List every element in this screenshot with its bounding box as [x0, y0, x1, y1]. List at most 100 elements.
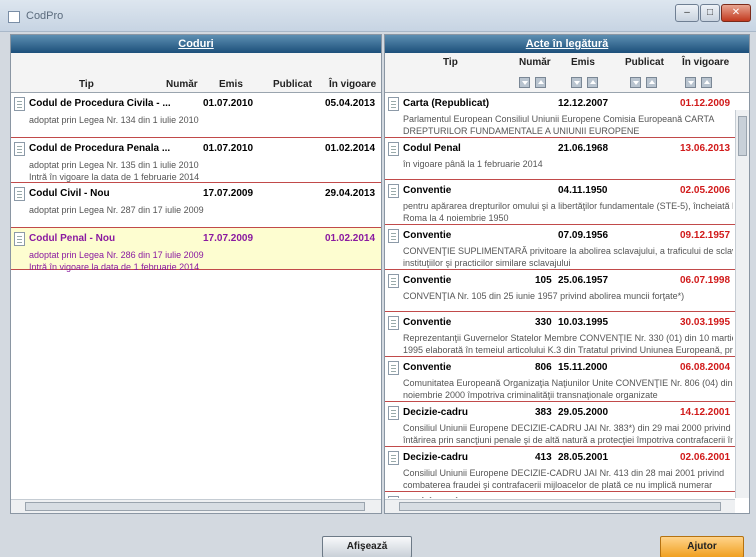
row-name: Conventie [403, 230, 452, 241]
row-emis: 04.11.1950 [558, 185, 608, 196]
col-vigoare[interactable]: În vigoare [329, 79, 376, 90]
row-emis: 21.06.1968 [558, 143, 609, 154]
document-icon [388, 451, 399, 465]
row-emis: 15.11.2000 [558, 362, 608, 373]
row-name: Codul Penal [403, 143, 461, 154]
row-emis: 10.03.1995 [558, 317, 609, 328]
app-icon [8, 11, 20, 23]
acte-row[interactable]: Conventie 04.11.1950 02.05.2006 pentru apăr… [385, 180, 735, 225]
sort-numar-desc-button[interactable] [519, 77, 530, 88]
coduri-column-header: Tip Număr Emis Publicat În vigoare [11, 53, 381, 93]
document-icon [388, 361, 399, 375]
col-emis[interactable]: Emis [571, 57, 595, 68]
row-desc: adoptat prin Legea Nr. 286 din 17 iulie … [29, 250, 204, 260]
row-vigoare: 01.02.2014 [325, 143, 376, 154]
row-vigoare: 06.07.1998 [680, 275, 731, 286]
row-desc: Consiliul Uniunii Europene DECIZIE-CADRU… [403, 468, 725, 478]
sort-emis-asc-button[interactable] [587, 77, 598, 88]
col-emis[interactable]: Emis [219, 79, 243, 90]
sort-numar-asc-button[interactable] [535, 77, 546, 88]
row-numar: 413 [535, 452, 552, 463]
row-vigoare: 01.02.2014 [325, 233, 376, 244]
row-desc: Intră în vigoare la data de 1 februarie … [29, 262, 200, 272]
sort-publicat-desc-button[interactable] [630, 77, 641, 88]
col-tip[interactable]: Tip [443, 57, 458, 68]
row-emis: 01.07.2010 [203, 98, 254, 109]
row-vigoare: 05.04.2013 [325, 98, 376, 109]
row-emis: 12.12.2007 [558, 98, 609, 109]
row-vigoare: 30.03.1995 [680, 317, 731, 328]
sort-vigoare-asc-button[interactable] [701, 77, 712, 88]
acte-row[interactable]: Carta (Republicat) 12.12.2007 01.12.2009 Pa… [385, 93, 735, 138]
row-emis: 01.07.2010 [203, 143, 254, 154]
row-desc: Comunitatea Europeană Organizaţia Naţiun… [403, 378, 733, 388]
document-icon [388, 316, 399, 330]
acte-row[interactable]: Decizie-cadru 413 28.05.2001 02.06.2001 Cons… [385, 447, 735, 492]
acte-list: Carta (Republicat) 12.12.2007 01.12.2009 Pa… [385, 93, 735, 498]
coduri-row[interactable]: Codul Civil - Nou 17.07.2009 29.04.2013 ado… [11, 183, 381, 228]
help-button[interactable]: Ajutor [660, 536, 744, 557]
sort-publicat-asc-button[interactable] [646, 77, 657, 88]
acte-panel-title: Acte în legătură [385, 35, 749, 53]
coduri-hscrollbar[interactable] [11, 499, 381, 513]
show-button[interactable]: Afişează [322, 536, 412, 557]
row-vigoare: 02.05.2006 [680, 185, 731, 196]
window-title: CodPro [26, 10, 64, 22]
acte-row[interactable]: Codul Penal 21.06.1968 13.06.2013 în vigoar… [385, 138, 735, 180]
maximize-button[interactable]: □ [700, 4, 720, 22]
row-desc: instituţiilor şi practicilor similare sc… [403, 258, 571, 268]
minimize-button[interactable]: – [675, 4, 699, 22]
row-desc: Consiliul Uniunii Europene DECIZIE-CADRU… [403, 423, 731, 433]
col-numar[interactable]: Număr [166, 79, 198, 90]
sort-emis-desc-button[interactable] [571, 77, 582, 88]
acte-row[interactable]: Decizie-cadru 383 29.05.2000 14.12.2001 Cons… [385, 402, 735, 447]
acte-column-header: Tip Număr Emis Publicat În vigoare [385, 53, 749, 93]
coduri-hscroll-thumb[interactable] [25, 502, 365, 511]
acte-row[interactable]: Conventie 07.09.1956 09.12.1957 CONVENŢIE S… [385, 225, 735, 270]
row-vigoare: 06.08.2004 [680, 362, 731, 373]
row-name: Codul de Procedura Penala ... [29, 143, 171, 154]
col-vigoare[interactable]: În vigoare [682, 57, 729, 68]
col-publicat[interactable]: Publicat [273, 79, 312, 90]
document-icon [388, 496, 399, 498]
coduri-row[interactable]: Codul de Procedura Civila - ... 01.07.201… [11, 93, 381, 138]
document-icon [14, 232, 25, 246]
row-emis: 29.05.2000 [558, 407, 609, 418]
row-desc: Roma la 4 noiembrie 1950 [403, 213, 509, 223]
col-publicat[interactable]: Publicat [625, 57, 664, 68]
col-numar[interactable]: Număr [519, 57, 551, 68]
acte-row[interactable]: Conventie 105 25.06.1957 06.07.1998 CONVENŢI… [385, 270, 735, 312]
row-vigoare: 01.12.2009 [680, 98, 731, 109]
acte-row[interactable]: Conventie 330 10.03.1995 30.03.1995 Reprezen… [385, 312, 735, 357]
sort-vigoare-desc-button[interactable] [685, 77, 696, 88]
row-desc: CONVENŢIA Nr. 105 din 25 iunie 1957 priv… [403, 291, 685, 301]
col-tip[interactable]: Tip [79, 79, 94, 90]
acte-hscrollbar[interactable] [385, 499, 735, 513]
acte-vscrollbar[interactable] [735, 110, 749, 498]
acte-hscroll-thumb[interactable] [399, 502, 721, 511]
row-vigoare: 11.11.2008 [680, 497, 729, 498]
row-numar: 330 [535, 317, 552, 328]
row-desc: DREPTURILOR FUNDAMENTALE A UNIUNII EUROP… [403, 126, 640, 136]
coduri-row[interactable]: Codul Penal - Nou 17.07.2009 01.02.2014 ado… [11, 228, 381, 272]
row-desc: Parlamentul European Consiliul Uniunii E… [403, 114, 715, 124]
coduri-panel-title: Coduri [11, 35, 381, 53]
row-desc: adoptat prin Legea Nr. 135 din 1 iulie 2… [29, 160, 199, 170]
row-emis: 25.06.1957 [558, 275, 609, 286]
row-name: Codul Civil - Nou [29, 188, 110, 199]
coduri-row[interactable]: Codul de Procedura Penala ... 01.07.2010 0… [11, 138, 381, 183]
document-icon [388, 406, 399, 420]
acte-vscroll-thumb[interactable] [738, 116, 747, 156]
document-icon [388, 274, 399, 288]
row-desc: întărirea prin sancţiuni penale şi de al… [403, 435, 733, 445]
close-button[interactable]: ✕ [721, 4, 751, 22]
row-name: Decizie-cadru [403, 452, 469, 463]
row-desc: adoptat prin Legea Nr. 287 din 17 iulie … [29, 205, 204, 215]
row-desc: în vigoare până la 1 februarie 2014 [403, 159, 543, 169]
row-vigoare: 09.12.1957 [680, 230, 731, 241]
document-icon [14, 187, 25, 201]
acte-row[interactable]: Conventie 806 15.11.2000 06.08.2004 Comunita… [385, 357, 735, 402]
row-emis: 28.05.2001 [558, 452, 609, 463]
row-desc: combaterea fraudei şi contrafacerii mijl… [403, 480, 713, 490]
acte-row[interactable]: Decizie-cadru84124.10.200811.11.2008Cons… [385, 492, 735, 498]
